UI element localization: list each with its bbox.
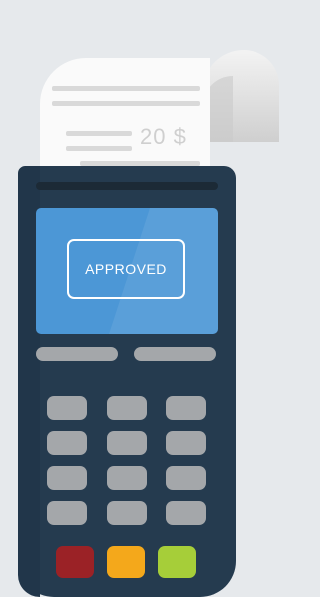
receipt-line (66, 131, 132, 136)
approved-status-box: APPROVED (67, 239, 185, 299)
keypad-key[interactable] (47, 466, 87, 490)
pos-terminal-illustration: 20 $ APPROVED (0, 0, 290, 597)
keypad-key[interactable] (47, 431, 87, 455)
keypad-key[interactable] (107, 396, 147, 420)
function-key-right[interactable] (134, 347, 216, 361)
keypad-key[interactable] (166, 466, 206, 490)
cancel-key[interactable] (56, 546, 94, 578)
receipt-line (52, 101, 200, 106)
receipt-line (52, 86, 200, 91)
keypad-key[interactable] (166, 396, 206, 420)
enter-key[interactable] (158, 546, 196, 578)
keypad-key[interactable] (166, 501, 206, 525)
clear-key[interactable] (107, 546, 145, 578)
receipt-amount: 20 $ (140, 124, 187, 149)
receipt-line (66, 146, 132, 151)
keypad-key[interactable] (107, 431, 147, 455)
approved-status-text: APPROVED (85, 261, 167, 277)
keypad-key[interactable] (107, 466, 147, 490)
keypad-key[interactable] (166, 431, 206, 455)
keypad-key[interactable] (47, 501, 87, 525)
function-key-left[interactable] (36, 347, 118, 361)
receipt-slot (36, 182, 218, 190)
keypad-key[interactable] (47, 396, 87, 420)
keypad-key[interactable] (107, 501, 147, 525)
